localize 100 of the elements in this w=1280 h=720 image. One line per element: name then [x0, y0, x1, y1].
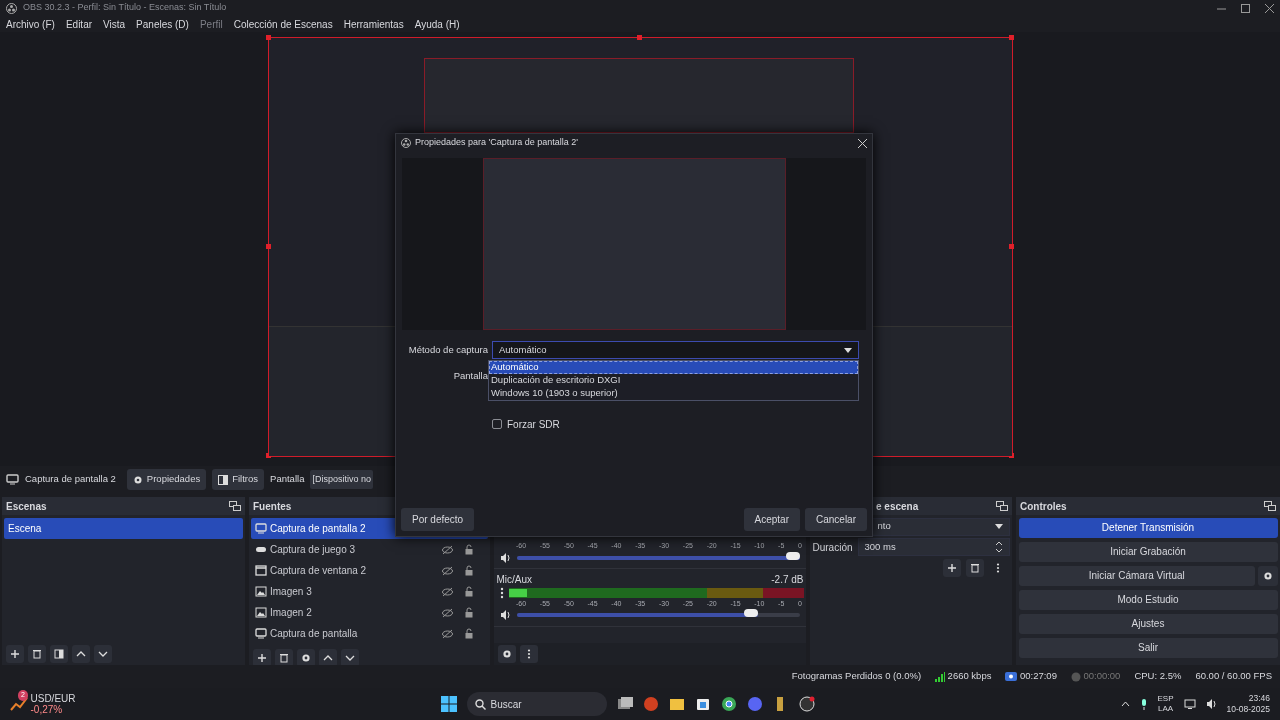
caret-icon: [994, 524, 1003, 529]
close-icon[interactable]: [1265, 3, 1274, 13]
scene-item[interactable]: Escena: [4, 518, 243, 539]
menu-item[interactable]: Vista: [103, 16, 126, 32]
search-field[interactable]: Buscar: [466, 692, 607, 716]
search-icon: [474, 698, 486, 710]
source-name: Captura de pantalla 2: [25, 472, 116, 487]
speaker-icon[interactable]: [1205, 699, 1217, 709]
hidden-eye-icon[interactable]: [442, 607, 453, 618]
source-item[interactable]: Imagen 2: [251, 602, 488, 623]
remove-button[interactable]: [966, 558, 984, 577]
layout-text[interactable]: LAA: [1157, 704, 1174, 714]
control-button[interactable]: Iniciar Grabación: [1018, 541, 1278, 562]
chat-app-icon[interactable]: [746, 696, 763, 712]
source-label: Imagen 3: [270, 585, 312, 599]
checkbox[interactable]: [492, 419, 502, 429]
dialog-button[interactable]: Aceptar: [743, 508, 800, 531]
hidden-eye-icon[interactable]: [442, 628, 453, 639]
settings-button[interactable]: [498, 645, 516, 663]
menu-item[interactable]: Colección de Escenas: [233, 16, 333, 32]
control-button[interactable]: Detener Transmisión: [1018, 517, 1278, 538]
clock-time[interactable]: 23:46: [1248, 693, 1270, 704]
task-view-icon[interactable]: [616, 696, 633, 712]
menu-item[interactable]: Editar: [65, 16, 93, 32]
source-item[interactable]: Imagen 3: [251, 581, 488, 602]
control-button[interactable]: Iniciar Cámara Virtual: [1018, 565, 1255, 586]
control-button[interactable]: Modo Estudio: [1018, 589, 1278, 610]
move-up-button[interactable]: [319, 649, 337, 665]
undock-icon[interactable]: [229, 501, 241, 511]
control-button[interactable]: Salir: [1018, 637, 1278, 658]
add-button[interactable]: [943, 558, 961, 577]
source-label: Imagen 2: [270, 606, 312, 620]
microphone-icon[interactable]: [1139, 698, 1148, 710]
hidden-eye-icon[interactable]: [442, 544, 453, 555]
more-options-button[interactable]: [520, 645, 538, 663]
menu-item[interactable]: Archivo (F): [6, 16, 55, 32]
remove-button[interactable]: [275, 649, 293, 665]
folder-icon[interactable]: [668, 696, 685, 712]
move-down-button[interactable]: [341, 649, 359, 665]
transition-value: nto: [877, 519, 891, 534]
field-label: Método de captura: [407, 342, 488, 357]
source-item[interactable]: Captura de pantalla: [251, 623, 488, 644]
move-up-button[interactable]: [72, 645, 90, 663]
display-select[interactable]: [Dispositivo no: [310, 469, 373, 490]
lock-icon[interactable]: [464, 607, 474, 618]
remove-button[interactable]: [28, 645, 46, 663]
speaker-icon[interactable]: [500, 610, 511, 620]
start-icon[interactable]: [440, 696, 457, 712]
monitor-icon: [6, 474, 19, 485]
source-item[interactable]: Captura de ventana 2: [251, 560, 488, 581]
property-label: Pantalla: [270, 472, 305, 487]
toolbar-button[interactable]: Propiedades: [126, 469, 207, 490]
settings-button[interactable]: [297, 649, 315, 665]
source-item[interactable]: Captura de juego 3: [251, 539, 488, 560]
dialog-button[interactable]: Cancelar: [804, 508, 867, 531]
menu-item[interactable]: Paneles (D): [136, 16, 189, 32]
menu-item[interactable]: Ayuda (H): [414, 16, 460, 32]
filter-button[interactable]: [50, 645, 68, 663]
undock-icon[interactable]: [996, 501, 1008, 511]
window-icon: [255, 565, 267, 576]
obs-app-icon[interactable]: [798, 696, 815, 712]
dropdown-option[interactable]: Windows 10 (1903 o superior): [489, 387, 858, 400]
hidden-eye-icon[interactable]: [442, 586, 453, 597]
volume-slider[interactable]: [517, 555, 800, 560]
store-icon[interactable]: [694, 696, 711, 712]
app-icon[interactable]: [642, 696, 659, 712]
maximize-icon[interactable]: [1241, 3, 1250, 13]
lock-icon[interactable]: [464, 544, 474, 555]
browser-icon[interactable]: [720, 696, 737, 712]
dropdown-option[interactable]: Automático: [489, 361, 858, 374]
clock-date[interactable]: 10-08-2025: [1226, 704, 1270, 715]
source-label: Captura de pantalla: [270, 627, 358, 641]
speaker-icon[interactable]: [500, 552, 511, 563]
close-icon[interactable]: [858, 138, 867, 148]
field-label: Pantalla: [452, 368, 488, 383]
lock-icon[interactable]: [464, 586, 474, 597]
undock-icon[interactable]: [1264, 501, 1276, 511]
status-text: 60.00 / 60.00 FPS: [1195, 669, 1272, 684]
image-icon: [255, 586, 267, 597]
settings-button[interactable]: [1257, 565, 1278, 586]
remove-icon: [279, 653, 289, 663]
language-text[interactable]: ESP: [1157, 694, 1174, 704]
status-text: Fotogramas Perdidos 0 (0.0%): [791, 669, 922, 684]
gear-icon: [132, 474, 143, 485]
hidden-eye-icon[interactable]: [442, 565, 453, 576]
dialog-button[interactable]: Por defecto: [401, 508, 475, 531]
add-button[interactable]: [253, 649, 271, 665]
move-down-button[interactable]: [94, 645, 112, 663]
obs-logo-icon: [401, 138, 411, 148]
dropdown-option[interactable]: Duplicación de escritorio DXGI: [489, 374, 858, 387]
chevron-up-icon[interactable]: [1120, 701, 1130, 707]
duration-field[interactable]: 300 ms: [857, 538, 1010, 556]
control-button[interactable]: Ajustes: [1018, 613, 1278, 634]
lock-icon[interactable]: [464, 565, 474, 576]
menu-item[interactable]: Herramientas: [343, 16, 404, 32]
toolbar-button[interactable]: Filtros: [212, 469, 265, 490]
add-button[interactable]: [6, 645, 24, 663]
lock-icon[interactable]: [464, 628, 474, 639]
caret-icon: [844, 347, 852, 353]
capture-method-select[interactable]: Automático: [492, 341, 859, 359]
